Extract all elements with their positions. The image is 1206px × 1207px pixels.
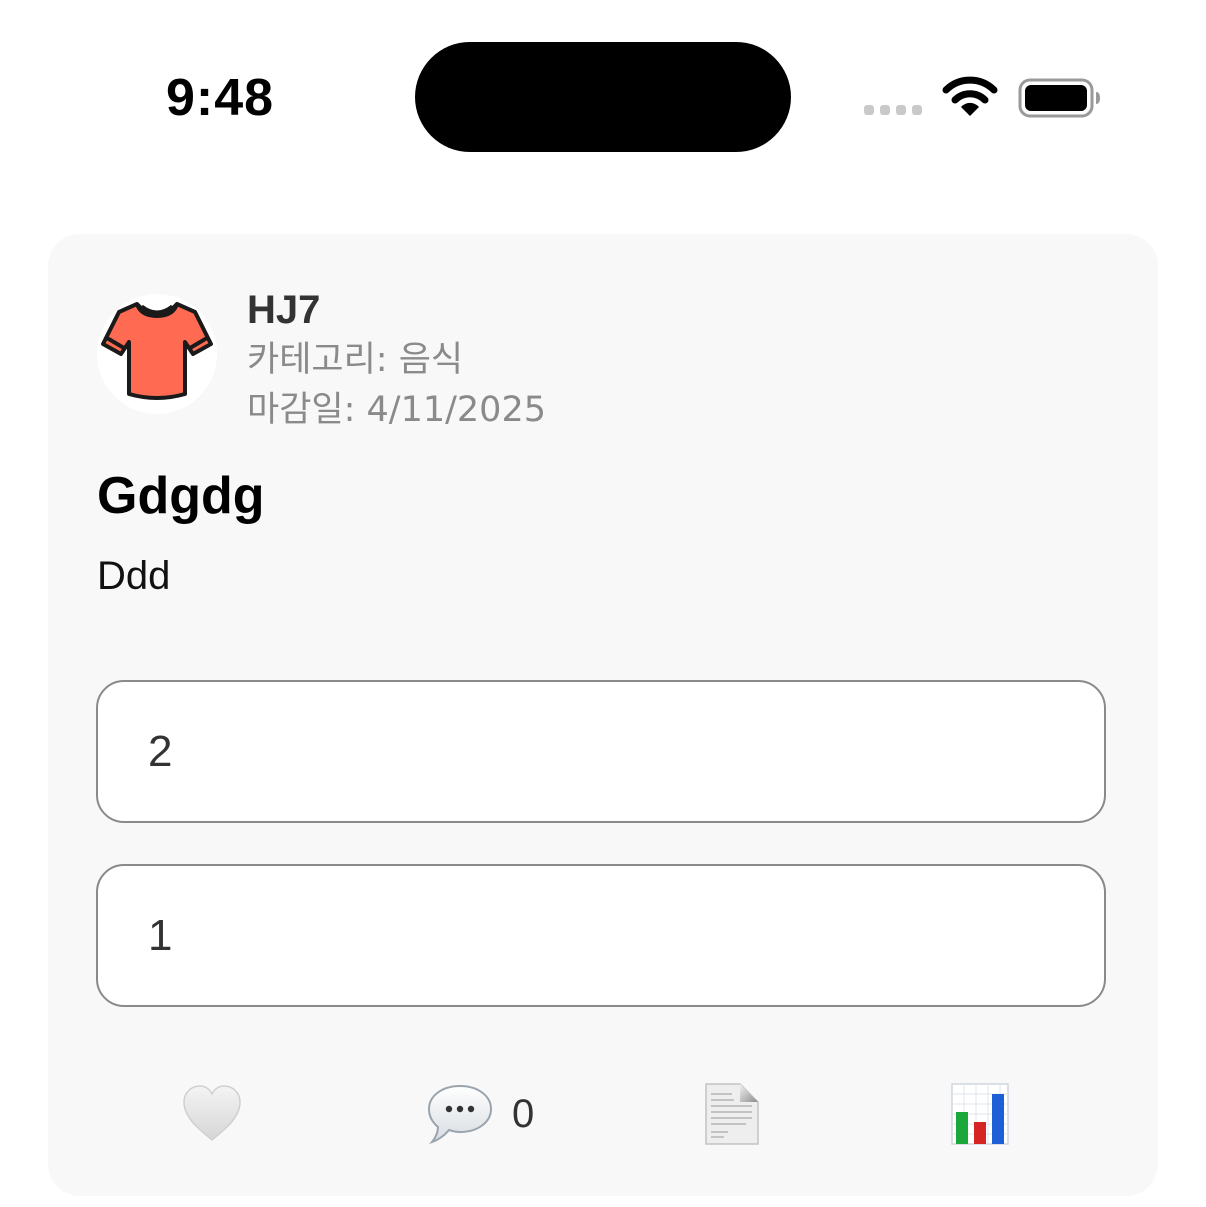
bar-chart-icon	[951, 1083, 1009, 1145]
t-shirt-icon	[101, 302, 213, 400]
wifi-icon	[942, 76, 998, 116]
like-button[interactable]	[180, 1082, 244, 1146]
vote-option-2[interactable]: 1	[96, 864, 1106, 1007]
comment-button[interactable]: 0	[426, 1082, 534, 1146]
white-heart-icon	[183, 1085, 241, 1141]
cellular-signal-icon	[864, 105, 922, 115]
author-name[interactable]: HJ7	[247, 286, 320, 334]
vote-option-label: 2	[148, 727, 173, 776]
post-body: Ddd	[97, 554, 171, 598]
document-button[interactable]	[702, 1082, 762, 1146]
dynamic-island	[415, 42, 791, 152]
post-deadline: 마감일: 4/11/2025	[247, 390, 546, 430]
post-title: Gdgdg	[97, 467, 265, 525]
post-card[interactable]: HJ7 카테고리: 음식 마감일: 4/11/2025 Gdgdg Ddd 2 …	[48, 234, 1158, 1196]
post-category: 카테고리: 음식	[247, 340, 464, 380]
status-time: 9:48	[166, 69, 275, 127]
battery-full-icon	[1018, 78, 1100, 118]
vote-option-1[interactable]: 2	[96, 680, 1106, 823]
stats-button[interactable]	[950, 1082, 1010, 1146]
author-avatar[interactable]	[97, 294, 217, 414]
document-icon	[705, 1083, 759, 1145]
vote-option-label: 1	[148, 911, 173, 960]
speech-bubble-icon	[427, 1084, 493, 1145]
comment-count: 0	[512, 1092, 535, 1136]
